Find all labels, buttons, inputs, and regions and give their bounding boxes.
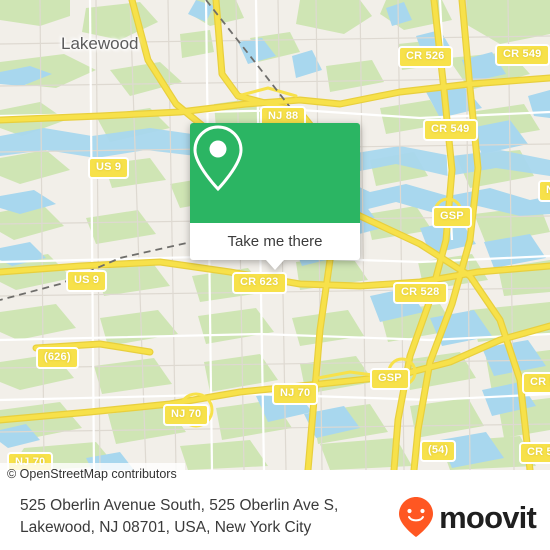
moovit-logo[interactable]: moovit	[397, 495, 537, 539]
osm-attribution-text: © OpenStreetMap contributors	[7, 466, 177, 481]
address-line-1: 525 Oberlin Avenue South, 525 Oberlin Av…	[20, 497, 339, 514]
road-shield-54: (54)	[420, 440, 457, 462]
road-shield-nj-clipped: NJ	[538, 180, 550, 202]
road-shield-nj-70-mid: NJ 70	[272, 383, 319, 405]
address-block: 525 Oberlin Avenue South, 525 Oberlin Av…	[20, 495, 397, 539]
popup-tail-arrow	[266, 260, 284, 270]
city-label-lakewood: Lakewood	[61, 34, 139, 53]
road-shield-gsp-lower: GSP	[370, 368, 410, 390]
road-shield-cr-549: CR 549	[423, 119, 478, 141]
road-shield-cr-5-clipped: CR 5	[522, 372, 550, 394]
road-shield-cr-528: CR 528	[393, 282, 448, 304]
map-pin-icon	[193, 125, 243, 192]
moovit-pin-icon	[399, 497, 434, 537]
road-shield-nj-70-left: NJ 70	[163, 404, 210, 426]
footer-bar: 525 Oberlin Avenue South, 525 Oberlin Av…	[0, 484, 550, 550]
road-shield-gsp-upper: GSP	[432, 206, 472, 228]
road-shield-626: (626)	[36, 347, 79, 369]
moovit-map-screen: Lakewood CR 526 CR 549 NJ 88 CR 549 US 9…	[0, 0, 550, 550]
road-shield-cr-623: CR 623	[232, 272, 287, 294]
popup-header	[190, 123, 360, 223]
osm-attribution[interactable]: © OpenStreetMap contributors	[0, 463, 185, 484]
take-me-there-button[interactable]: Take me there	[190, 223, 360, 260]
location-popup-card[interactable]: Take me there	[190, 123, 360, 270]
road-shield-us-9-upper: US 9	[88, 157, 130, 179]
road-shield-cr-526: CR 526	[398, 46, 453, 68]
moovit-wordmark: moovit	[439, 499, 537, 535]
map-canvas[interactable]: Lakewood CR 526 CR 549 NJ 88 CR 549 US 9…	[0, 0, 550, 470]
road-shield-cr-54-clipped: CR 54	[519, 442, 550, 464]
take-me-there-label: Take me there	[227, 233, 323, 250]
address-line-2: Lakewood, NJ 08701, USA, New York City	[20, 519, 312, 536]
road-shield-us-9-lower: US 9	[66, 270, 108, 292]
road-shield-cr-549-top: CR 549	[495, 44, 550, 66]
